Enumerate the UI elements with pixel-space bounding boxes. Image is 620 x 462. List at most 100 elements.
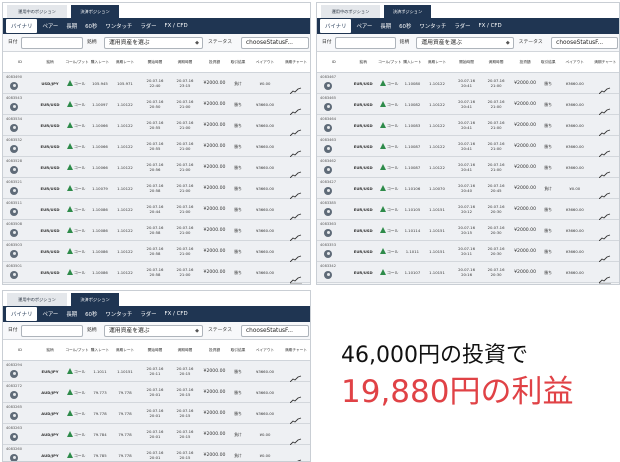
table-row[interactable]: 4083532 EUR/USD コール 1.10066 1.10122 20.07.16 …	[3, 136, 310, 158]
column-header-9[interactable]: ペイアウト	[250, 52, 280, 73]
table-row[interactable]: 4083543 EUR/USD コール 1.10097 1.10122 20.07.16 …	[3, 94, 310, 116]
column-header-1[interactable]: 銘柄	[349, 52, 377, 73]
column-header-7[interactable]: 投資額	[202, 340, 227, 361]
table-row[interactable]: 4083462 EUR/USD コール 1.10087 1.10122 20.07.16 …	[317, 157, 619, 179]
table-row[interactable]: 4083463 EUR/USD コール 1.10087 1.10122 20.07.16 …	[317, 136, 619, 158]
line-chart-icon[interactable]	[289, 143, 302, 158]
line-chart-icon[interactable]	[289, 101, 302, 116]
column-header-5[interactable]: 開始時間	[141, 52, 169, 73]
column-header-1[interactable]: 銘柄	[36, 340, 64, 361]
column-header-7[interactable]: 投資額	[202, 52, 227, 73]
line-chart-icon[interactable]	[290, 452, 302, 461]
column-header-6[interactable]: 満期時間	[171, 52, 199, 73]
table-row[interactable]: 4083490 USD/JPY コール 105.945 105.971 20.07.16 …	[3, 73, 310, 95]
table-row[interactable]: 4083508 EUR/USD コール 1.10086 1.10122 20.07.16 …	[3, 220, 310, 242]
asset-select[interactable]: 運用資産を選ぶ ◆	[104, 325, 203, 337]
line-chart-icon[interactable]	[599, 122, 612, 137]
asset-select[interactable]: 運用資産を選ぶ ◆	[416, 37, 514, 49]
column-header-3[interactable]: 購入レート	[401, 52, 425, 73]
nav-item-0[interactable]: バイナリ	[320, 19, 352, 33]
filter-date-input[interactable]	[21, 37, 83, 49]
nav-item-6[interactable]: FX / CFD	[479, 23, 502, 29]
line-chart-icon[interactable]	[599, 80, 612, 95]
table-row[interactable]: 4083265 AUD/JPY コール 79.778 79.778 20.07.16 20…	[3, 403, 310, 425]
table-row[interactable]: 4083465 EUR/USD コール 1.10082 1.10122 20.07.16 …	[317, 94, 619, 116]
column-header-3[interactable]: 購入レート	[88, 340, 112, 361]
status-select[interactable]: chooseStatusF...	[241, 325, 309, 337]
column-header-4[interactable]: 満期レート	[423, 52, 451, 73]
line-chart-icon[interactable]	[599, 248, 612, 263]
line-chart-icon[interactable]	[289, 164, 302, 179]
line-chart-icon[interactable]	[289, 368, 302, 383]
table-row[interactable]: 4083342 EUR/USD コール 1.10107 1.10151 20.07.16 …	[317, 262, 619, 284]
nav-item-2[interactable]: 長期	[380, 22, 391, 30]
nav-item-5[interactable]: ラダー	[140, 310, 156, 318]
table-row[interactable]: 4083503 EUR/USD コール 1.10086 1.10122 20.07.16 …	[3, 241, 310, 263]
nav-item-4[interactable]: ワンタッチ	[105, 22, 132, 30]
line-chart-icon[interactable]	[289, 122, 302, 137]
line-chart-icon[interactable]	[599, 227, 612, 242]
table-row[interactable]: 4083467 EUR/USD コール 1.10080 1.10122 20.07.16 …	[317, 73, 619, 95]
tab-closed-positions[interactable]: 決済ポジション	[71, 293, 119, 306]
column-header-4[interactable]: 満期レート	[111, 340, 139, 361]
nav-item-1[interactable]: ペアー	[356, 22, 372, 30]
line-chart-icon[interactable]	[289, 206, 302, 221]
line-chart-icon[interactable]	[289, 185, 302, 200]
column-header-6[interactable]: 満期時間	[482, 52, 510, 73]
nav-item-3[interactable]: 60秒	[85, 310, 97, 318]
column-header-8[interactable]: 取引結果	[536, 52, 560, 73]
line-chart-icon[interactable]	[289, 389, 302, 404]
column-header-9[interactable]: ペイアウト	[560, 52, 590, 73]
nav-item-5[interactable]: ラダー	[140, 22, 156, 30]
status-select[interactable]: chooseStatusF...	[241, 37, 309, 49]
column-header-5[interactable]: 開始時間	[453, 52, 481, 73]
table-row[interactable]: 4083511 EUR/USD コール 1.10086 1.10122 20.07.16 …	[3, 199, 310, 221]
line-chart-icon[interactable]	[289, 80, 302, 95]
column-header-10[interactable]: 満期チャート	[592, 52, 618, 73]
column-header-8[interactable]: 取引結果	[226, 52, 250, 73]
table-row[interactable]: 4083260 AUD/JPY コール 79.785 79.778 20.07.16 20…	[3, 445, 310, 461]
line-chart-icon[interactable]	[289, 410, 302, 425]
tab-closed-positions[interactable]: 決済ポジション	[383, 5, 432, 18]
nav-item-0[interactable]: バイナリ	[6, 19, 38, 33]
filter-date-input[interactable]	[21, 325, 83, 337]
table-row[interactable]: 4083521 EUR/USD コール 1.10079 1.10122 20.07.16 …	[3, 178, 310, 200]
line-chart-icon[interactable]	[599, 206, 612, 221]
nav-item-1[interactable]: ペアー	[42, 22, 58, 30]
nav-item-1[interactable]: ペアー	[42, 310, 58, 318]
column-header-2[interactable]: コール/プット	[378, 52, 402, 73]
nav-item-2[interactable]: 長期	[66, 310, 77, 318]
nav-item-3[interactable]: 60秒	[399, 22, 411, 30]
nav-item-6[interactable]: FX / CFD	[165, 311, 188, 317]
column-header-10[interactable]: 満期チャート	[283, 340, 309, 361]
line-chart-icon[interactable]	[289, 431, 302, 446]
line-chart-icon[interactable]	[289, 269, 302, 284]
tab-open-positions[interactable]: 運用中のポジション	[7, 293, 67, 306]
tab-closed-positions[interactable]: 決済ポジション	[71, 5, 119, 18]
table-row[interactable]: 4083528 EUR/USD コール 1.10066 1.10122 20.07.16 …	[3, 157, 310, 179]
column-header-3[interactable]: 購入レート	[88, 52, 112, 73]
nav-item-4[interactable]: ワンタッチ	[105, 310, 132, 318]
table-row[interactable]: 4083353 EUR/USD コール 1.1011 1.10151 20.07.16 2…	[317, 241, 619, 263]
line-chart-icon[interactable]	[599, 143, 612, 158]
column-header-1[interactable]: 銘柄	[36, 52, 64, 73]
table-row[interactable]: 4083427 EUR/USD コール 1.10106 1.10070 20.07.16 …	[317, 178, 619, 200]
table-row[interactable]: 4083363 EUR/USD コール 1.10114 1.10151 20.07.16 …	[317, 220, 619, 242]
column-header-9[interactable]: ペイアウト	[250, 340, 280, 361]
line-chart-icon[interactable]	[599, 101, 612, 116]
asset-select[interactable]: 運用資産を選ぶ ◆	[104, 37, 203, 49]
column-header-0[interactable]: ID	[320, 52, 348, 73]
column-header-8[interactable]: 取引結果	[226, 340, 250, 361]
column-header-2[interactable]: コール/プット	[65, 52, 89, 73]
column-header-7[interactable]: 投資額	[513, 52, 538, 73]
nav-item-4[interactable]: ワンタッチ	[419, 22, 446, 30]
nav-item-2[interactable]: 長期	[66, 22, 77, 30]
table-row[interactable]: 4083501 EUR/USD コール 1.10086 1.10122 20.07.16 …	[3, 262, 310, 284]
line-chart-icon[interactable]	[599, 185, 612, 200]
table-row[interactable]: 4083534 EUR/USD コール 1.10066 1.10122 20.07.16 …	[3, 115, 310, 137]
column-header-0[interactable]: ID	[6, 340, 34, 361]
nav-item-5[interactable]: ラダー	[454, 22, 470, 30]
status-select[interactable]: chooseStatusF...	[551, 37, 619, 49]
tab-open-positions[interactable]: 運用中のポジション	[7, 5, 67, 18]
line-chart-icon[interactable]	[289, 227, 302, 242]
